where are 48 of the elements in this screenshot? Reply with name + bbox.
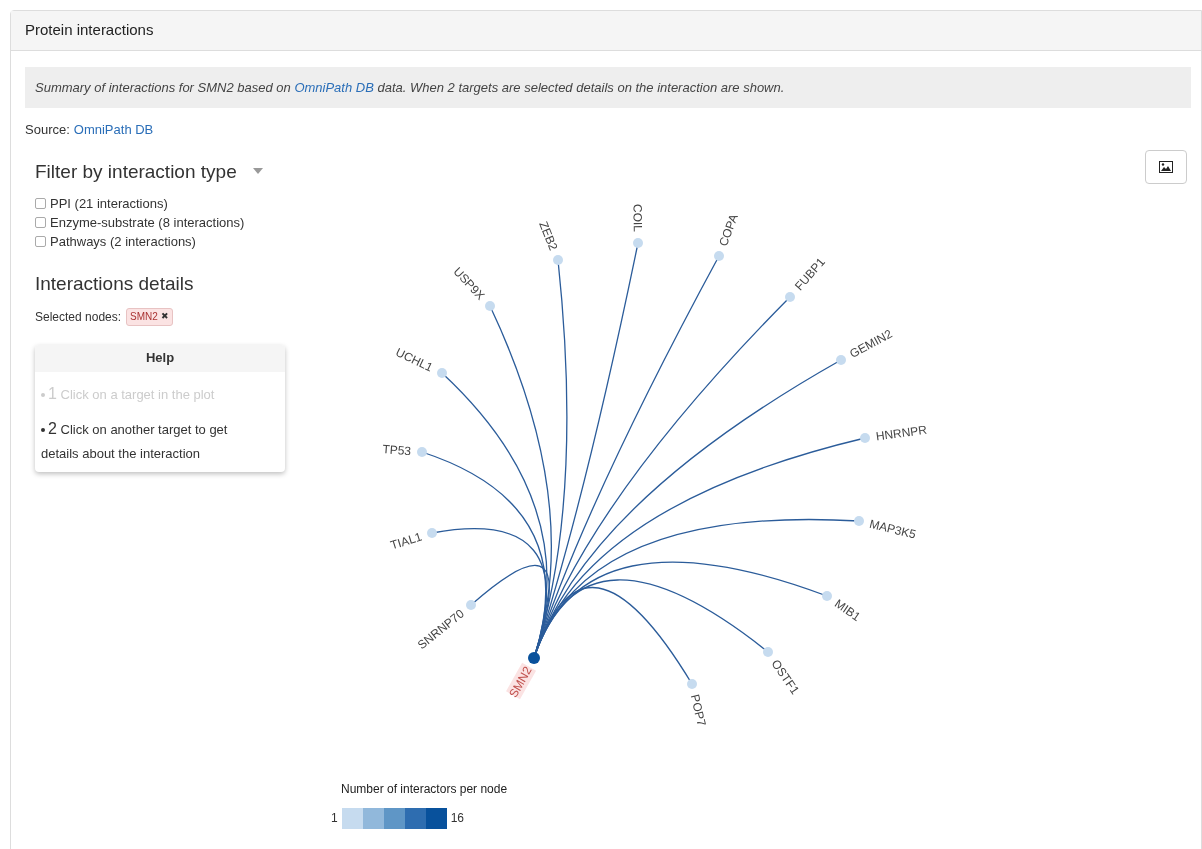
help-title: Help [145, 349, 175, 368]
details-title: Interactions details [35, 272, 195, 296]
summary-text: Summary of interactions for SMN2 based on OmniPath DB data. When 2 targets are selected details on the interaction are shown. [35, 78, 785, 97]
node-dot[interactable] [687, 678, 697, 689]
node-label[interactable]: MAP3K5 [868, 516, 918, 542]
tag-label: SMN2 [130, 310, 158, 324]
tag-remove-button[interactable]: ✖ [160, 309, 169, 324]
download-image-button[interactable] [1145, 149, 1187, 184]
node-dot[interactable] [714, 250, 724, 261]
omnipath-link[interactable]: OmniPath DB [294, 79, 374, 95]
checkbox[interactable] [35, 198, 46, 209]
node-dot[interactable] [854, 515, 864, 526]
selected-nodes-label: Selected nodes: [35, 308, 122, 326]
node-label[interactable]: COPA [716, 211, 741, 248]
node-dot[interactable] [633, 237, 643, 248]
filter-title: Filter by interaction type [35, 159, 237, 184]
node-label[interactable]: HNRNPR [874, 422, 928, 443]
source-link[interactable]: OmniPath DB [73, 120, 154, 140]
node-dot[interactable] [785, 291, 795, 302]
image-icon [1159, 160, 1173, 173]
node-dot[interactable] [822, 590, 832, 601]
node-label[interactable]: TP53 [381, 441, 412, 458]
help-step: 2 Click on another target to get details about the interaction [41, 416, 265, 466]
node-dot[interactable] [485, 300, 495, 311]
node-dot[interactable] [860, 432, 870, 443]
node-label[interactable]: COIL [630, 203, 645, 232]
node-label[interactable]: ZEB2 [536, 218, 561, 252]
node-dot[interactable] [437, 367, 447, 378]
legend-min: 1 [331, 810, 338, 827]
node-dot[interactable] [553, 254, 563, 265]
node-dot[interactable] [763, 646, 773, 657]
checkbox[interactable] [35, 217, 46, 228]
legend-max: 16 [450, 810, 465, 827]
filter-option-label[interactable]: Enzyme-substrate (8 interactions) [50, 212, 245, 233]
legend-title: Number of interactors per node [341, 780, 509, 798]
checkbox[interactable] [35, 236, 46, 247]
filter-option-label[interactable]: PPI (21 interactions) [50, 193, 168, 214]
dropdown-caret-icon[interactable] [252, 168, 263, 176]
filter-option-label[interactable]: Pathways (2 interactions) [50, 231, 196, 252]
node-label[interactable]: TIAL1 [388, 529, 424, 552]
node-dot[interactable] [528, 651, 540, 664]
node-dot[interactable] [427, 527, 437, 538]
source-label: Source: [25, 121, 70, 139]
node-dot[interactable] [836, 354, 846, 365]
node-dot[interactable] [466, 599, 476, 610]
node-dot[interactable] [417, 446, 427, 457]
panel-title: Protein interactions [25, 20, 154, 41]
node-label[interactable]: POP7 [687, 692, 709, 727]
